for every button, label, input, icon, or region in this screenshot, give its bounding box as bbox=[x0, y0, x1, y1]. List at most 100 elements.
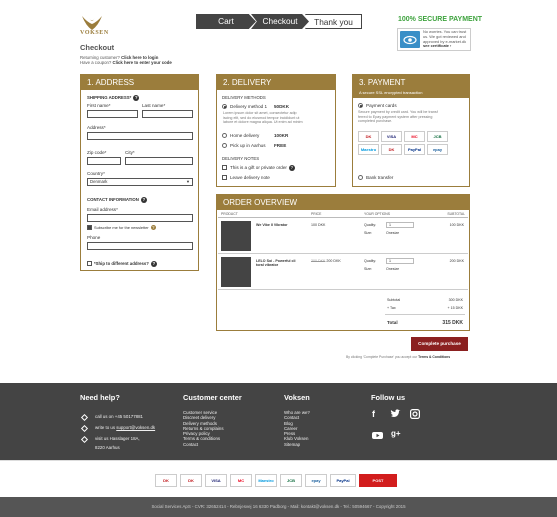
product-name[interactable]: LELO Soi - Powerful cli toral vibrator bbox=[256, 259, 296, 268]
row-subtotal: 200 DKK bbox=[449, 259, 464, 263]
footer-link[interactable]: Klub Voksen bbox=[284, 436, 310, 441]
size-value[interactable]: Onesize bbox=[386, 267, 399, 271]
country-value: Denmark bbox=[90, 179, 108, 184]
country-select[interactable]: Denmark ▼ bbox=[87, 178, 193, 186]
pickup-radio[interactable] bbox=[222, 143, 227, 148]
support-email-link[interactable]: support@voksen.dk bbox=[116, 425, 155, 430]
help-phone[interactable]: call us on +45 50177881 bbox=[95, 414, 143, 419]
payment-panel: 3. PAYMENT A secure SSL encrypted transa… bbox=[352, 74, 470, 187]
leave-note-checkbox[interactable] bbox=[222, 175, 227, 180]
delivery-method-1-radio[interactable] bbox=[222, 104, 227, 109]
last-name-input[interactable] bbox=[142, 110, 193, 118]
help-icon[interactable]: ? bbox=[133, 95, 140, 101]
gift-checkbox[interactable] bbox=[222, 165, 227, 170]
payment-cards-radio[interactable] bbox=[358, 103, 363, 108]
newsletter-checkbox[interactable] bbox=[87, 225, 92, 230]
row-subtotal: 100 DKK bbox=[449, 223, 464, 227]
youtube-icon[interactable] bbox=[372, 431, 383, 442]
col-price: PRICE bbox=[311, 212, 322, 216]
email-input[interactable] bbox=[87, 214, 193, 222]
gift-label: This is a gift or private order? bbox=[230, 165, 295, 171]
ship-different-checkbox[interactable] bbox=[87, 261, 92, 266]
paypal-icon: PayPal bbox=[404, 144, 425, 155]
twitter-icon[interactable] bbox=[390, 409, 401, 421]
step-checkout: Checkout bbox=[251, 14, 309, 29]
paypal-icon: PayPal bbox=[330, 474, 356, 487]
size-label: Size: bbox=[364, 267, 372, 271]
payment-cards-desc: Secure payment by credit card. You will … bbox=[358, 110, 438, 124]
help-icon[interactable]: ? bbox=[150, 225, 156, 231]
payment-logos-strip: DK DK VISA MC Maestro JCB epay PayPal PO… bbox=[0, 460, 557, 497]
newsletter-label: Subscribe me for the newsletter? bbox=[94, 225, 156, 231]
first-name-input[interactable] bbox=[87, 110, 138, 118]
payment-header: 3. PAYMENT bbox=[353, 75, 469, 90]
delivery-method-1-price: 50DKK bbox=[274, 104, 290, 109]
see-certificate-link[interactable]: see certificate › bbox=[423, 43, 451, 48]
help-title: Need help? bbox=[80, 393, 120, 402]
city-input[interactable] bbox=[125, 157, 193, 165]
table-row: LELO Soi - Powerful cli toral vibrator 30… bbox=[218, 254, 468, 290]
address-input[interactable] bbox=[87, 132, 193, 140]
home-delivery-price: 100KR bbox=[274, 133, 289, 138]
footer-link[interactable]: Terms & conditions bbox=[183, 436, 224, 441]
shipping-address-label: SHIPPING ADDRESS*? bbox=[87, 95, 140, 101]
step-cart[interactable]: Cart bbox=[196, 14, 256, 29]
customer-center-links: Customer service Discreet delivery Deliv… bbox=[183, 410, 224, 447]
product-image[interactable] bbox=[221, 257, 251, 287]
instagram-icon[interactable] bbox=[410, 409, 421, 421]
zip-input[interactable] bbox=[87, 157, 121, 165]
product-image[interactable] bbox=[221, 221, 251, 251]
address-label: Address* bbox=[87, 125, 106, 130]
help-icon[interactable]: ? bbox=[150, 261, 157, 267]
help-icon[interactable]: ? bbox=[140, 197, 147, 203]
product-name[interactable]: We Vibe II Vibrator bbox=[256, 223, 288, 227]
delivery-method-1-desc: Lorem ipsum dolor sit amet, consectetur … bbox=[223, 111, 303, 125]
coupon-link[interactable]: Click here to enter your code bbox=[113, 60, 172, 65]
old-price: 300 DKK bbox=[311, 259, 326, 263]
tax-label: + Tax bbox=[387, 306, 396, 310]
col-product: PRODUCT bbox=[221, 212, 238, 216]
phone-icon bbox=[80, 413, 89, 422]
col-subtotal: SUBTOTAL bbox=[447, 212, 465, 216]
phone-label: Phone bbox=[87, 235, 101, 240]
delivery-panel: 2. DELIVERY DELIVERY METHODS Delivery me… bbox=[216, 74, 336, 187]
dankort-icon: DK bbox=[358, 131, 379, 142]
city-label: City* bbox=[125, 150, 135, 155]
help-icon[interactable]: ? bbox=[288, 165, 295, 171]
size-value[interactable]: Onesize bbox=[386, 231, 399, 235]
address-panel: 1. ADDRESS SHIPPING ADDRESS*? First name… bbox=[80, 74, 199, 271]
payment-subheader: A secure SSL encrypted transaction bbox=[353, 89, 469, 98]
quantity-input[interactable]: 1 bbox=[386, 258, 414, 264]
bank-transfer-label: Bank transfer bbox=[366, 175, 394, 180]
google-plus-icon[interactable]: g+ bbox=[391, 429, 401, 438]
complete-purchase-button[interactable]: Complete purchase bbox=[411, 337, 468, 351]
quantity-input[interactable]: 1 bbox=[386, 222, 414, 228]
leave-note-label: Leave delivery note bbox=[230, 175, 270, 180]
payment-card-logos: DK VISA MC JCB Maestro DK PayPal epay bbox=[358, 131, 466, 155]
terms-link[interactable]: Terms & Conditions bbox=[418, 355, 450, 359]
subtotal-value: 300 DKK bbox=[448, 298, 463, 302]
col-options: YOUR OPTIONS bbox=[364, 212, 390, 216]
dankort-icon: DK bbox=[155, 474, 177, 487]
returning-customer: Returning customer? Click here to login … bbox=[80, 55, 172, 65]
facebook-icon[interactable]: f bbox=[372, 409, 375, 419]
order-overview-header: ORDER OVERVIEW bbox=[217, 195, 469, 210]
voksen-title: Voksen bbox=[284, 393, 310, 402]
footer-link[interactable]: Sitemap bbox=[284, 442, 310, 447]
help-visit: visit us Hasslager 18A, 8220 Aarhus bbox=[95, 436, 140, 451]
footer-link[interactable]: Contact bbox=[183, 442, 224, 447]
table-row: We Vibe II Vibrator 100 DKK Quality: 1 S… bbox=[218, 218, 468, 254]
follow-us-title: Follow us bbox=[371, 393, 406, 402]
product-price: 300 DKK 200 DKK bbox=[311, 259, 341, 263]
zip-label: Zip code* bbox=[87, 150, 107, 155]
phone-input[interactable] bbox=[87, 242, 193, 250]
emarket-badge[interactable]: No worries. You can trust us. We got revi… bbox=[397, 28, 471, 51]
epay-icon: epay bbox=[305, 474, 327, 487]
secure-payment-title: 100% SECURE PAYMENT bbox=[398, 16, 483, 23]
quantity-label: Quality: bbox=[364, 259, 377, 263]
home-delivery-radio[interactable] bbox=[222, 133, 227, 138]
customer-center-title: Customer center bbox=[183, 393, 242, 402]
location-icon bbox=[80, 435, 89, 444]
delivery-header: 2. DELIVERY bbox=[217, 75, 335, 90]
bank-transfer-radio[interactable] bbox=[358, 175, 363, 180]
